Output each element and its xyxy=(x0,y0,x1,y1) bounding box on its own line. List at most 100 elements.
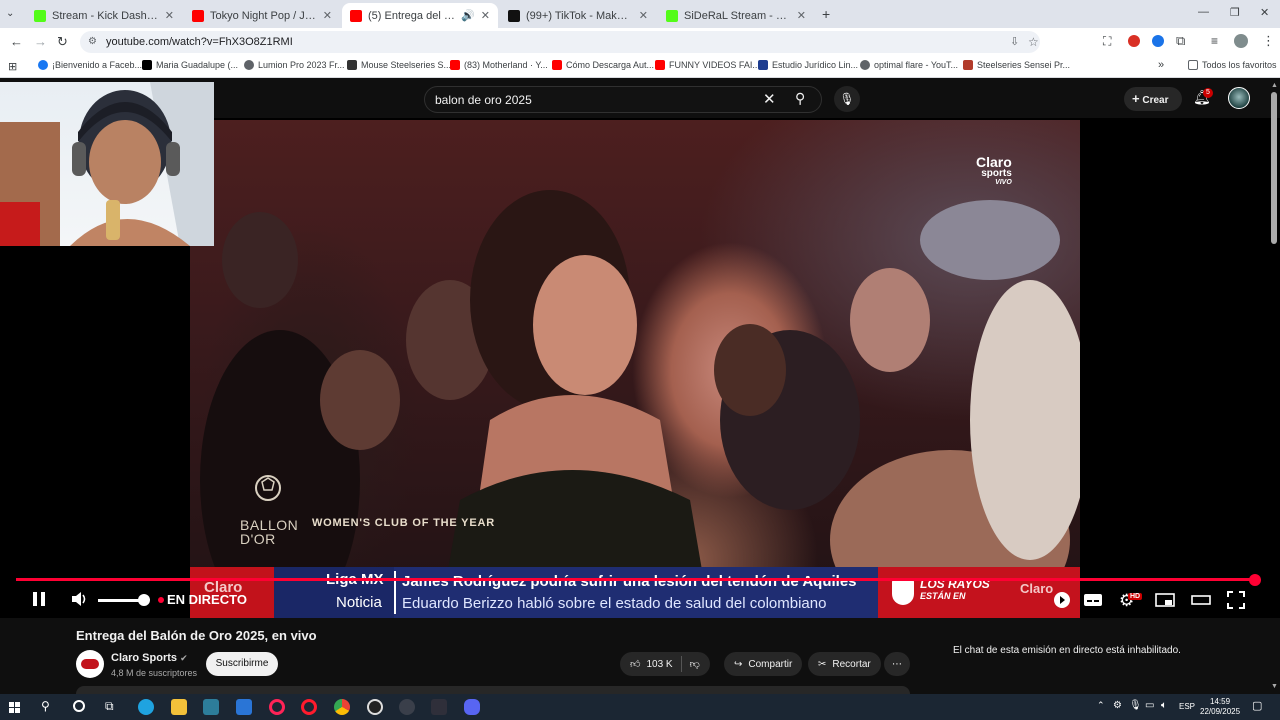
fullscreen-icon[interactable] xyxy=(1227,591,1245,614)
description-box-edge[interactable] xyxy=(76,686,910,694)
opera-icon[interactable] xyxy=(301,699,317,715)
bookmark-item[interactable]: Lumion Pro 2023 Fr... xyxy=(244,60,345,70)
thumbs-down-icon[interactable]: 👎︎ xyxy=(690,658,700,670)
browser-menu-icon[interactable]: ⋮ xyxy=(1262,33,1275,49)
bookmark-item[interactable]: FUNNY VIDEOS FAI... xyxy=(655,60,760,70)
scroll-up-arrow-icon[interactable]: ▲ xyxy=(1271,82,1278,89)
apps-grid-icon[interactable]: ⊞ xyxy=(8,60,17,73)
autoplay-toggle-icon[interactable] xyxy=(1052,591,1072,614)
discord-icon[interactable] xyxy=(464,699,480,715)
address-bar[interactable]: ⚙ youtube.com/watch?v=FhX3O8Z1RMI ⇩ ☆ xyxy=(80,31,1040,53)
speaker-icon[interactable]: 🔈︎ xyxy=(1161,700,1167,711)
volume-slider-handle[interactable] xyxy=(138,594,150,606)
reload-icon[interactable]: ↻ xyxy=(57,34,68,50)
thumbs-up-icon: 👍︎ xyxy=(630,659,641,670)
verified-check-icon: ✔ xyxy=(180,653,188,663)
media-control-icon[interactable]: ≡ xyxy=(1211,34,1218,48)
account-avatar[interactable] xyxy=(1228,87,1250,109)
new-tab-icon[interactable]: + xyxy=(822,6,830,22)
extension-icon[interactable] xyxy=(1152,35,1164,47)
all-bookmarks-folder[interactable]: Todos los favoritos xyxy=(1188,60,1277,70)
channel-avatar[interactable] xyxy=(76,650,104,678)
search-input[interactable]: balon de oro 2025 xyxy=(435,93,532,107)
pause-icon[interactable] xyxy=(31,591,47,612)
bookmark-item[interactable]: (83) Motherland · Y... xyxy=(450,60,548,70)
bookmark-item[interactable]: optimal flare - YouT... xyxy=(860,60,958,70)
tab-balon-de-oro[interactable]: (5) Entrega del Balón de Or 🔊 ✕ xyxy=(342,3,498,28)
close-tab-icon[interactable]: ✕ xyxy=(481,9,490,22)
bookmark-item[interactable]: ¡Bienvenido a Faceb... xyxy=(38,60,142,70)
obs-studio-icon[interactable] xyxy=(367,699,383,715)
back-icon[interactable]: ← xyxy=(10,34,23,49)
bookmark-item[interactable]: Estudio Jurídico Lin... xyxy=(758,60,858,70)
progress-scrubber[interactable] xyxy=(1249,574,1261,586)
opera-gx-icon[interactable] xyxy=(269,699,285,715)
bookmark-item[interactable]: Cómo Descarga Aut... xyxy=(552,60,654,70)
bookmark-star-icon[interactable]: ☆ xyxy=(1028,31,1039,53)
theater-mode-icon[interactable] xyxy=(1191,592,1211,613)
site-info-icon[interactable]: ⚙ xyxy=(88,31,97,53)
taskbar-search-icon[interactable]: ⚲ xyxy=(41,699,50,713)
live-badge[interactable]: EN DIRECTO xyxy=(167,592,247,607)
tab-tiktok[interactable]: (99+) TikTok - Make Your Day ✕ xyxy=(500,3,656,28)
share-button[interactable]: ↪ Compartir xyxy=(724,652,803,676)
bookmark-item[interactable]: Maria Guadalupe (... xyxy=(142,60,238,70)
start-windows-icon[interactable] xyxy=(9,701,21,719)
voice-search-icon[interactable]: 🎙 xyxy=(834,86,860,112)
tab-tokyo-night-pop[interactable]: Tokyo Night Pop / Japanese Ne ✕ xyxy=(184,3,340,28)
close-window-icon[interactable]: ✕ xyxy=(1260,6,1269,19)
profile-avatar[interactable] xyxy=(1234,34,1248,48)
progress-bar[interactable] xyxy=(16,578,1256,581)
like-button[interactable]: 👍︎ 103 K 👎︎ xyxy=(620,652,710,676)
subtitles-icon[interactable] xyxy=(1083,592,1103,613)
action-center-icon[interactable]: ▢ xyxy=(1252,699,1262,712)
close-tab-icon[interactable]: ✕ xyxy=(165,9,174,22)
youtube-icon xyxy=(350,9,362,22)
install-app-icon[interactable]: ⇩ xyxy=(1010,31,1019,53)
microphone-icon[interactable]: 🎙︎ xyxy=(1129,700,1142,711)
more-bookmarks-icon[interactable]: » xyxy=(1158,59,1164,71)
scroll-down-arrow-icon[interactable]: ▼ xyxy=(1271,683,1278,690)
forward-icon[interactable]: → xyxy=(34,34,47,49)
miniplayer-icon[interactable] xyxy=(1155,592,1175,613)
extensions-puzzle-icon[interactable]: ⧉ xyxy=(1176,33,1185,49)
cortana-icon[interactable] xyxy=(73,700,85,712)
extension-icon[interactable] xyxy=(1128,35,1140,47)
video-frame[interactable] xyxy=(190,120,1080,617)
volume-icon[interactable] xyxy=(70,590,90,613)
terminal-icon[interactable] xyxy=(431,699,447,715)
close-tab-icon[interactable]: ✕ xyxy=(797,9,806,22)
network-icon[interactable]: ▭ xyxy=(1145,700,1154,711)
restore-icon[interactable]: ❐ xyxy=(1230,6,1240,19)
more-actions-button[interactable]: ⋯ xyxy=(884,652,910,676)
close-tab-icon[interactable]: ✕ xyxy=(639,9,648,22)
tab-kick-dashboard[interactable]: Stream - Kick Dashboard ✕ xyxy=(26,3,182,28)
minimize-icon[interactable]: — xyxy=(1198,6,1209,18)
mail-icon[interactable] xyxy=(236,699,252,715)
search-icon[interactable]: ⚲ xyxy=(795,90,805,107)
audio-playing-icon[interactable]: 🔊 xyxy=(461,9,475,22)
clip-button[interactable]: ✂ Recortar xyxy=(808,652,881,676)
tray-app-icon[interactable]: ⚙ xyxy=(1113,700,1122,711)
extension-icon[interactable]: ⛶ xyxy=(1103,34,1111,49)
system-clock[interactable]: 14:59 22/09/2025 xyxy=(1200,697,1240,717)
search-box[interactable]: balon de oro 2025 ✕ ⚲ xyxy=(424,86,822,113)
close-tab-icon[interactable]: ✕ xyxy=(323,9,332,22)
channel-name[interactable]: Claro Sports ✔ xyxy=(111,652,188,664)
clear-search-icon[interactable]: ✕ xyxy=(763,90,776,108)
keyboard-language[interactable]: ESP xyxy=(1179,702,1195,711)
steelseries-icon[interactable] xyxy=(399,699,415,715)
subscribe-button[interactable]: Suscribirme xyxy=(206,652,278,676)
tray-overflow-icon[interactable]: ⌃ xyxy=(1097,700,1105,711)
store-icon[interactable] xyxy=(203,699,219,715)
chrome-icon[interactable] xyxy=(334,699,350,715)
tab-sideral-stream[interactable]: SiDeRaL Stream - Watch Live o ✕ xyxy=(658,3,814,28)
create-button[interactable]: + Crear xyxy=(1124,87,1182,111)
task-view-icon[interactable]: ⧉ xyxy=(105,699,114,714)
bookmark-item[interactable]: Steelseries Sensei Pr... xyxy=(963,60,1070,70)
page-scrollbar[interactable] xyxy=(1271,92,1277,244)
file-explorer-icon[interactable] xyxy=(171,699,187,715)
tab-search-icon[interactable]: ⌄ xyxy=(6,8,14,19)
edge-icon[interactable] xyxy=(138,699,154,715)
bookmark-item[interactable]: Mouse Steelseries S... xyxy=(347,60,451,70)
